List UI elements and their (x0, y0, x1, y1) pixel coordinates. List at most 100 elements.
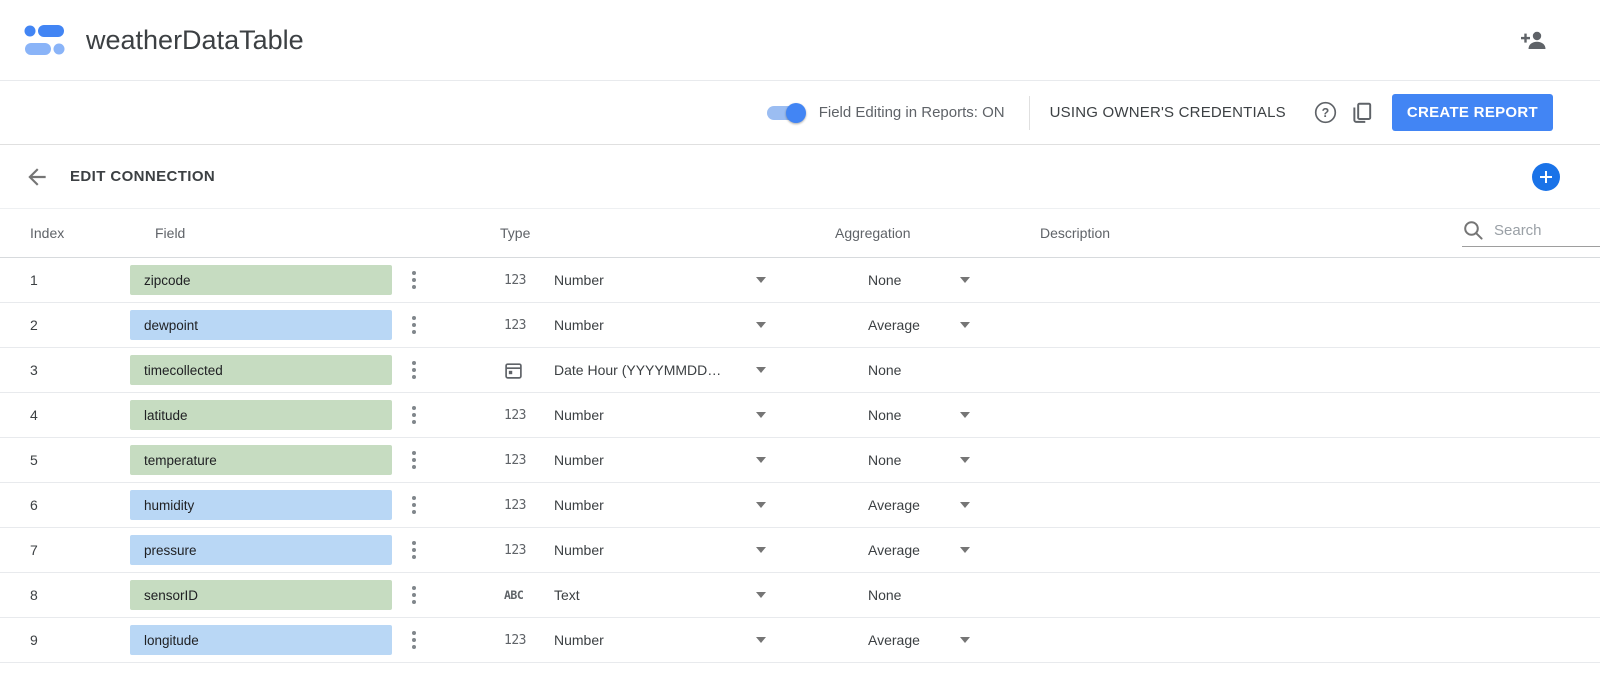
number-123-icon: 123 (504, 633, 526, 648)
aggregation-dropdown-arrow[interactable] (960, 457, 970, 463)
aggregation-dropdown-arrow[interactable] (960, 502, 970, 508)
field-chip[interactable]: humidity (130, 490, 392, 520)
row-index: 4 (0, 407, 100, 423)
field-chip-label: timecollected (144, 363, 223, 378)
field-editing-toggle[interactable] (767, 106, 803, 120)
description-cell[interactable] (1000, 573, 1600, 617)
type-value[interactable]: Number (554, 272, 756, 288)
type-value[interactable]: Text (554, 587, 756, 603)
create-report-button[interactable]: CREATE REPORT (1392, 94, 1553, 131)
aggregation-dropdown-arrow[interactable] (960, 322, 970, 328)
description-cell[interactable] (1000, 303, 1600, 347)
number-123-icon: 123 (504, 498, 526, 513)
type-dropdown-arrow[interactable] (756, 412, 766, 418)
field-options-menu-button[interactable] (404, 628, 424, 652)
back-arrow-icon (24, 164, 50, 190)
aggregation-value[interactable]: None (790, 452, 901, 468)
row-index: 1 (0, 272, 100, 288)
connection-bar: EDIT CONNECTION (0, 145, 1600, 209)
table-row: 5 temperature 123 ABC Number (0, 438, 1600, 483)
aggregation-value[interactable]: None (790, 362, 901, 378)
field-options-menu-button[interactable] (404, 538, 424, 562)
description-cell[interactable] (1000, 483, 1600, 527)
field-options-menu-button[interactable] (404, 358, 424, 382)
type-dropdown-arrow[interactable] (756, 277, 766, 283)
type-dropdown-arrow[interactable] (756, 637, 766, 643)
field-chip[interactable]: latitude (130, 400, 392, 430)
page-title: weatherDataTable (86, 25, 304, 56)
column-header-field: Field (155, 225, 185, 241)
type-value[interactable]: Number (554, 452, 756, 468)
description-cell[interactable] (1000, 618, 1600, 662)
data-studio-logo-icon (24, 22, 66, 58)
field-chip[interactable]: dewpoint (130, 310, 392, 340)
aggregation-value[interactable]: Average (790, 317, 920, 333)
field-chip-label: zipcode (144, 273, 191, 288)
type-dropdown-arrow[interactable] (756, 457, 766, 463)
description-cell[interactable] (1000, 258, 1600, 302)
aggregation-value[interactable]: Average (790, 542, 920, 558)
description-cell[interactable] (1000, 348, 1600, 392)
number-123-icon: 123 (504, 453, 526, 468)
number-123-icon: 123 (504, 318, 526, 333)
aggregation-dropdown-arrow[interactable] (960, 637, 970, 643)
field-chip[interactable]: longitude (130, 625, 392, 655)
field-options-menu-button[interactable] (404, 583, 424, 607)
description-cell[interactable] (1000, 438, 1600, 482)
field-chip[interactable]: temperature (130, 445, 392, 475)
aggregation-value[interactable]: None (790, 407, 901, 423)
aggregation-value[interactable]: Average (790, 632, 920, 648)
type-dropdown-arrow[interactable] (756, 547, 766, 553)
type-value[interactable]: Number (554, 407, 756, 423)
type-value[interactable]: Date Hour (YYYYMMDD… (554, 362, 756, 378)
type-value[interactable]: Number (554, 317, 756, 333)
field-options-menu-button[interactable] (404, 313, 424, 337)
help-icon: ? (1313, 100, 1338, 125)
type-value[interactable]: Number (554, 542, 756, 558)
table-row: 1 zipcode 123 ABC Number (0, 258, 1600, 303)
field-chip[interactable]: timecollected (130, 355, 392, 385)
edit-connection-label[interactable]: EDIT CONNECTION (70, 168, 215, 185)
aggregation-value[interactable]: None (790, 272, 901, 288)
row-index: 7 (0, 542, 100, 558)
field-options-menu-button[interactable] (404, 493, 424, 517)
field-chip[interactable]: zipcode (130, 265, 392, 295)
table-row: 4 latitude 123 ABC Number (0, 393, 1600, 438)
toolbar-divider (1029, 96, 1030, 130)
share-add-people-button[interactable] (1520, 28, 1548, 52)
number-123-icon: 123 (504, 543, 526, 558)
search-icon (1462, 219, 1484, 241)
table-header: Index Field Type Aggregation Description (0, 209, 1600, 258)
back-button[interactable] (24, 164, 50, 190)
field-chip[interactable]: sensorID (130, 580, 392, 610)
type-dropdown-arrow[interactable] (756, 367, 766, 373)
description-cell[interactable] (1000, 393, 1600, 437)
aggregation-value[interactable]: None (790, 587, 901, 603)
type-value[interactable]: Number (554, 497, 756, 513)
description-cell[interactable] (1000, 528, 1600, 572)
aggregation-dropdown-arrow[interactable] (960, 412, 970, 418)
field-chip-label: dewpoint (144, 318, 198, 333)
type-value[interactable]: Number (554, 632, 756, 648)
aggregation-dropdown-arrow[interactable] (960, 277, 970, 283)
help-button[interactable]: ? (1308, 95, 1344, 131)
field-chip-label: temperature (144, 453, 217, 468)
search-input[interactable] (1494, 222, 1594, 239)
field-options-menu-button[interactable] (404, 268, 424, 292)
aggregation-value[interactable]: Average (790, 497, 920, 513)
field-chip[interactable]: pressure (130, 535, 392, 565)
copy-datasource-button[interactable] (1344, 95, 1380, 131)
aggregation-dropdown-arrow[interactable] (960, 547, 970, 553)
type-dropdown-arrow[interactable] (756, 502, 766, 508)
toolbar: Field Editing in Reports: ON USING OWNER… (0, 81, 1600, 145)
row-index: 8 (0, 587, 100, 603)
number-123-icon: 123 (504, 408, 526, 423)
add-field-button[interactable] (1532, 163, 1560, 191)
type-dropdown-arrow[interactable] (756, 322, 766, 328)
type-dropdown-arrow[interactable] (756, 592, 766, 598)
field-options-menu-button[interactable] (404, 448, 424, 472)
field-options-menu-button[interactable] (404, 403, 424, 427)
column-header-index: Index (0, 225, 100, 241)
search-box[interactable] (1462, 219, 1600, 247)
toggle-knob (786, 103, 806, 123)
